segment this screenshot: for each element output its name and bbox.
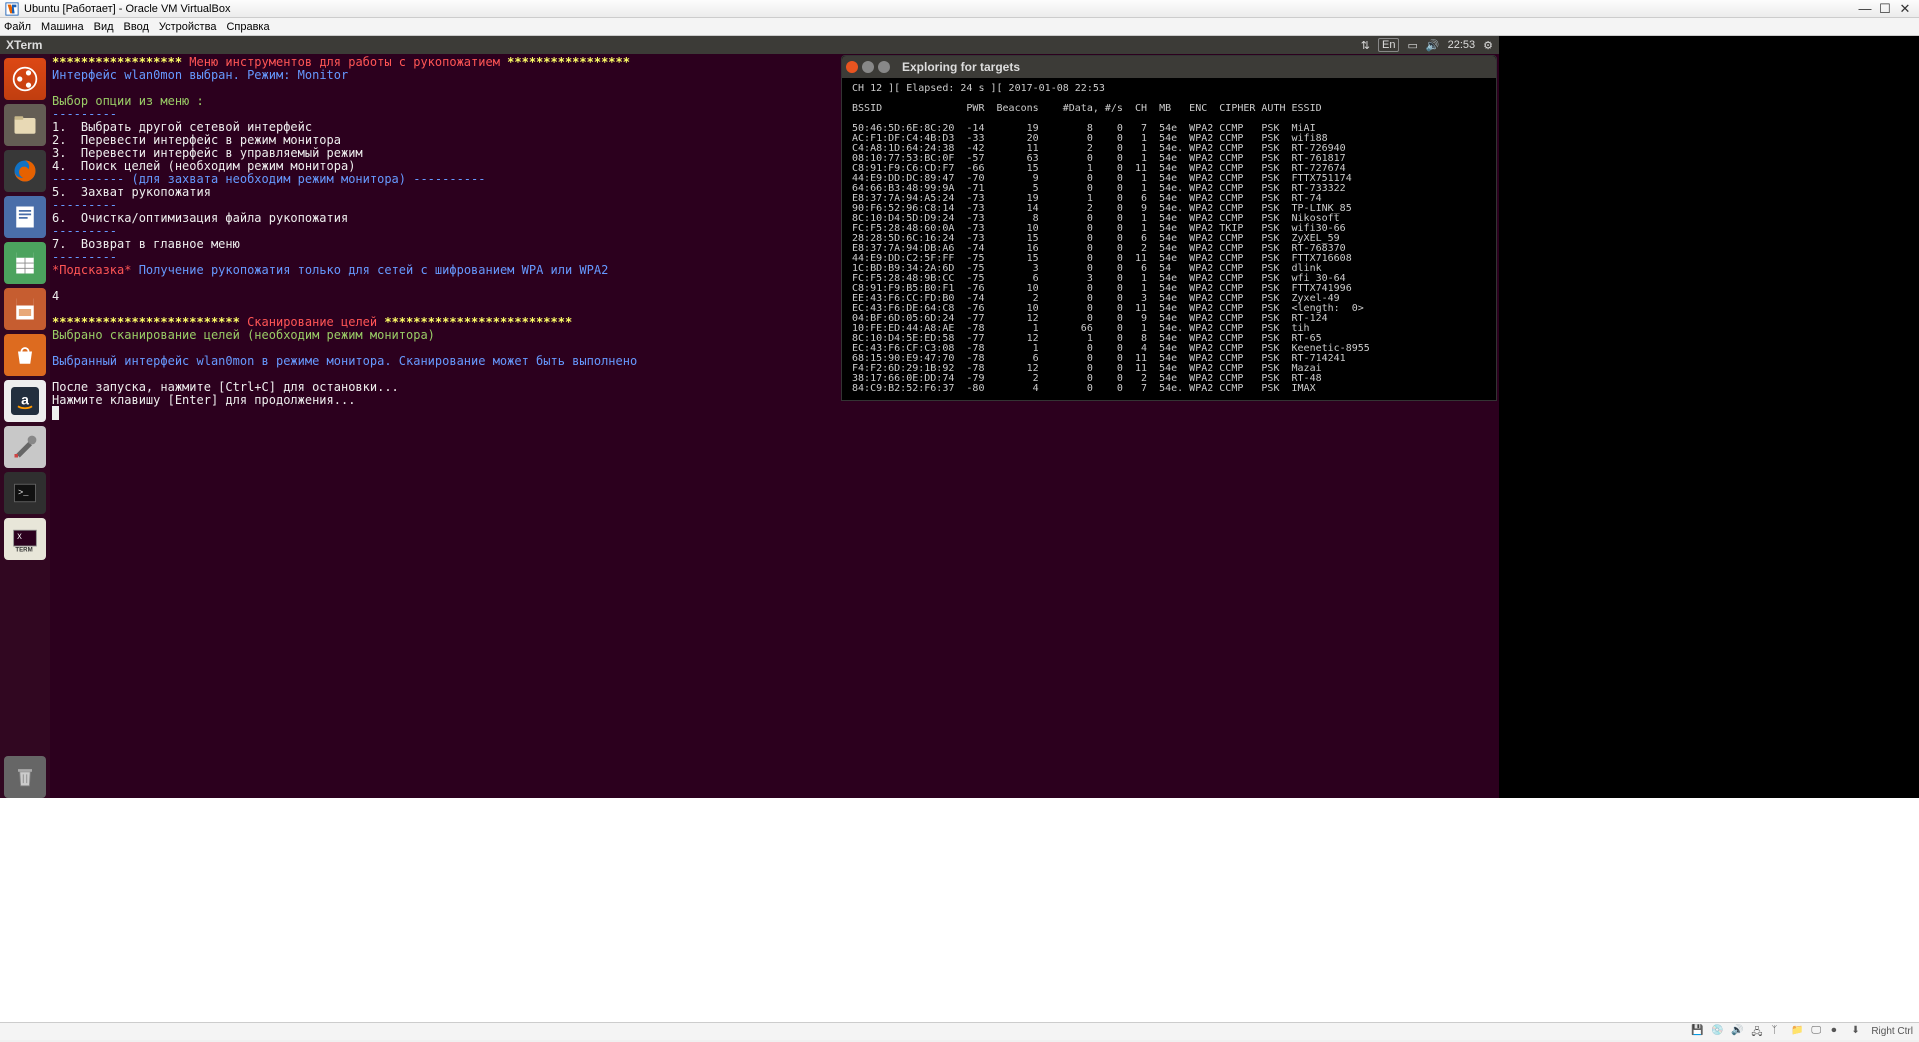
hdd-icon[interactable]: 💾: [1691, 1025, 1705, 1039]
unity-launcher: a >_ TERM X: [0, 54, 50, 798]
menu-view[interactable]: Вид: [94, 21, 114, 33]
settings-icon[interactable]: [4, 426, 46, 468]
svg-text:>_: >_: [18, 488, 29, 498]
software-icon[interactable]: [4, 334, 46, 376]
menu-file[interactable]: Файл: [4, 21, 31, 33]
vbox-statusbar: 💾 💿 🔊 🖧 ᛉ 📁 🖵 ⏺ ⬇ Right Ctrl: [0, 1022, 1919, 1040]
xterm-icon[interactable]: TERM X: [4, 518, 46, 560]
amazon-icon[interactable]: a: [4, 380, 46, 422]
menu-help[interactable]: Справка: [226, 21, 269, 33]
window-maximize-icon[interactable]: [878, 61, 890, 73]
table-row: 84:C9:B2:52:F6:37 -80 4 0 0 7 54e. WPA2 …: [846, 383, 1316, 394]
vbox-menubar: Файл Машина Вид Ввод Устройства Справка: [0, 18, 1919, 36]
optical-icon[interactable]: 💿: [1711, 1025, 1725, 1039]
files-icon[interactable]: [4, 104, 46, 146]
minimize-button[interactable]: —: [1855, 2, 1875, 16]
maximize-button[interactable]: ☐: [1875, 2, 1895, 16]
vbox-titlebar: Ubuntu [Работает] - Oracle VM VirtualBox…: [0, 0, 1919, 18]
network-icon[interactable]: 🖧: [1751, 1025, 1765, 1039]
menu-input[interactable]: Ввод: [124, 21, 149, 33]
window-close-icon[interactable]: [846, 61, 858, 73]
unity-top-panel: XTerm ⇅ En ▭ 🔊 22:53 ⚙: [0, 36, 1499, 54]
writer-icon[interactable]: [4, 196, 46, 238]
trash-icon[interactable]: [4, 756, 46, 798]
clock[interactable]: 22:53: [1448, 39, 1476, 51]
calc-icon[interactable]: [4, 242, 46, 284]
guest-blank-area: [1499, 36, 1919, 798]
recording-icon[interactable]: ⏺: [1831, 1025, 1845, 1039]
hostkey-label: Right Ctrl: [1871, 1026, 1913, 1037]
airodump-titlebar[interactable]: Exploring for targets: [842, 56, 1496, 78]
terminal-cursor: [52, 406, 59, 420]
svg-text:X: X: [17, 533, 22, 542]
airodump-title-text: Exploring for targets: [902, 60, 1020, 74]
menu-devices[interactable]: Устройства: [159, 21, 217, 33]
dash-home-icon[interactable]: [4, 58, 46, 100]
close-button[interactable]: ✕: [1895, 2, 1915, 16]
battery-indicator[interactable]: ▭: [1407, 39, 1417, 52]
host-desktop-area: [0, 798, 1919, 1022]
vbox-title-text: Ubuntu [Работает] - Oracle VM VirtualBox: [24, 3, 230, 15]
audio-icon[interactable]: 🔊: [1731, 1025, 1745, 1039]
active-window-title: XTerm: [6, 38, 42, 52]
session-indicator[interactable]: ⚙: [1483, 39, 1493, 52]
menu-machine[interactable]: Машина: [41, 21, 84, 33]
firefox-icon[interactable]: [4, 150, 46, 192]
terminal-icon[interactable]: >_: [4, 472, 46, 514]
keyboard-indicator[interactable]: En: [1378, 38, 1399, 52]
hostkey-icon[interactable]: ⬇: [1851, 1025, 1865, 1039]
impress-icon[interactable]: [4, 288, 46, 330]
sound-indicator[interactable]: 🔊: [1426, 39, 1440, 52]
window-minimize-icon[interactable]: [862, 61, 874, 73]
airodump-output: CH 12 ][ Elapsed: 24 s ][ 2017-01-08 22:…: [842, 78, 1496, 400]
network-indicator[interactable]: ⇅: [1361, 39, 1370, 52]
vbox-icon: [4, 1, 20, 17]
shared-folder-icon[interactable]: 📁: [1791, 1025, 1805, 1039]
usb-icon[interactable]: ᛉ: [1771, 1025, 1785, 1039]
svg-text:a: a: [21, 392, 29, 408]
airodump-window[interactable]: Exploring for targets CH 12 ][ Elapsed: …: [841, 55, 1497, 401]
display-icon[interactable]: 🖵: [1811, 1025, 1825, 1039]
svg-text:TERM: TERM: [15, 546, 32, 553]
